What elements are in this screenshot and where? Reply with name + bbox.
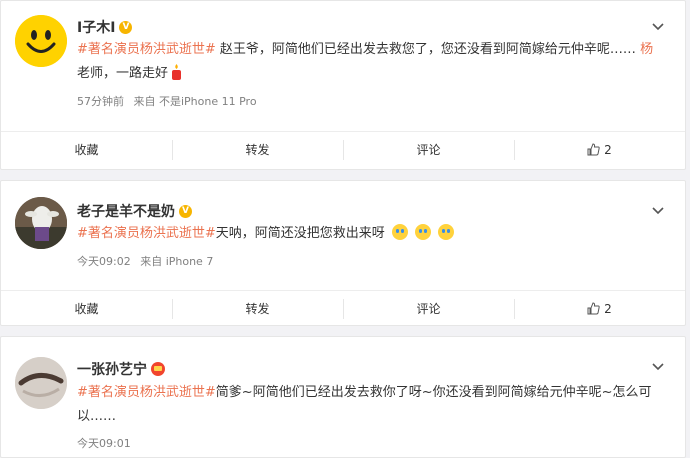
repost-button[interactable]: 转发 bbox=[172, 140, 343, 160]
goat-avatar-icon bbox=[15, 197, 67, 249]
comment-button[interactable]: 评论 bbox=[343, 140, 514, 160]
candle-emoji-icon bbox=[172, 64, 182, 80]
chevron-down-icon[interactable] bbox=[649, 17, 667, 35]
post-text: #著名演员杨洪武逝世#简爹~阿简他们已经出发去救你了呀~你还没看到阿简嫁给元仲辛… bbox=[77, 381, 655, 429]
post-source: 来自 不是iPhone 11 Pro bbox=[133, 95, 257, 108]
like-button[interactable]: 2 bbox=[514, 299, 685, 319]
post-text: #著名演员杨洪武逝世#天呐，阿简还没把您救出来呀 bbox=[77, 222, 655, 246]
comment-button[interactable]: 评论 bbox=[343, 299, 514, 319]
chevron-down-icon[interactable] bbox=[649, 201, 667, 219]
action-bar: 收藏 转发 评论 2 bbox=[1, 131, 685, 168]
post-meta: 57分钟前 来自 不是iPhone 11 Pro bbox=[77, 93, 263, 109]
post-time[interactable]: 今天09:01 bbox=[77, 437, 131, 450]
eye-avatar-icon bbox=[15, 357, 67, 409]
username[interactable]: 一张孙艺宁 bbox=[77, 359, 165, 379]
post-body-end: 老师，一路走好 bbox=[77, 66, 169, 81]
like-button[interactable]: 2 bbox=[514, 140, 685, 160]
post-source: 来自 iPhone 7 bbox=[140, 255, 214, 268]
post-body: 天呐，阿简还没把您救出来呀 bbox=[215, 226, 385, 241]
favorite-button[interactable]: 收藏 bbox=[1, 140, 172, 160]
thumbs-up-icon bbox=[587, 302, 600, 315]
like-count: 2 bbox=[604, 302, 612, 316]
crying-emoji-icon bbox=[391, 224, 408, 240]
post-meta: 今天09:01 bbox=[77, 435, 137, 451]
post-card: 老子是羊不是奶 V #著名演员杨洪武逝世#天呐，阿简还没把您救出来呀 今天09:… bbox=[0, 180, 686, 326]
avatar[interactable] bbox=[15, 15, 67, 67]
username-text[interactable]: 老子是羊不是奶 bbox=[77, 201, 175, 221]
avatar[interactable] bbox=[15, 197, 67, 249]
avatar[interactable] bbox=[15, 357, 67, 409]
topic-link[interactable]: #著名演员杨洪武逝世# bbox=[77, 226, 216, 241]
smiley-avatar-icon bbox=[15, 15, 67, 67]
post-body: 赵王爷，阿简他们已经出发去救您了，您还没看到阿简嫁给元仲辛呢…… bbox=[215, 42, 641, 57]
post-meta: 今天09:02 来自 iPhone 7 bbox=[77, 253, 219, 269]
post-time[interactable]: 今天09:02 bbox=[77, 255, 131, 268]
favorite-button[interactable]: 收藏 bbox=[1, 299, 172, 319]
action-bar: 收藏 转发 评论 2 bbox=[1, 290, 685, 327]
repost-button[interactable]: 转发 bbox=[172, 299, 343, 319]
topic-link[interactable]: #著名演员杨洪武逝世# bbox=[77, 385, 216, 400]
username[interactable]: 老子是羊不是奶 V bbox=[77, 201, 192, 221]
username-text[interactable]: 一张孙艺宁 bbox=[77, 359, 147, 379]
crying-emoji-icon bbox=[415, 224, 432, 240]
post-time[interactable]: 57分钟前 bbox=[77, 95, 124, 108]
topic-link[interactable]: #著名演员杨洪武逝世# bbox=[77, 42, 216, 57]
mention-link[interactable]: 杨 bbox=[640, 42, 653, 57]
post-text: #著名演员杨洪武逝世# 赵王爷，阿简他们已经出发去救您了，您还没看到阿简嫁给元仲… bbox=[77, 38, 655, 86]
username-text[interactable]: I子木I bbox=[77, 17, 115, 37]
crown-badge-icon bbox=[151, 362, 165, 376]
post-card: 一张孙艺宁 #著名演员杨洪武逝世#简爹~阿简他们已经出发去救你了呀~你还没看到阿… bbox=[0, 336, 686, 458]
verified-badge-icon: V bbox=[179, 204, 192, 218]
post-card: I子木I V #著名演员杨洪武逝世# 赵王爷，阿简他们已经出发去救您了，您还没看… bbox=[0, 0, 686, 170]
verified-badge-icon: V bbox=[119, 20, 133, 34]
chevron-down-icon[interactable] bbox=[649, 357, 667, 375]
like-count: 2 bbox=[604, 143, 612, 157]
crying-emoji-icon bbox=[438, 224, 455, 240]
username[interactable]: I子木I V bbox=[77, 17, 133, 37]
thumbs-up-icon bbox=[587, 143, 600, 156]
